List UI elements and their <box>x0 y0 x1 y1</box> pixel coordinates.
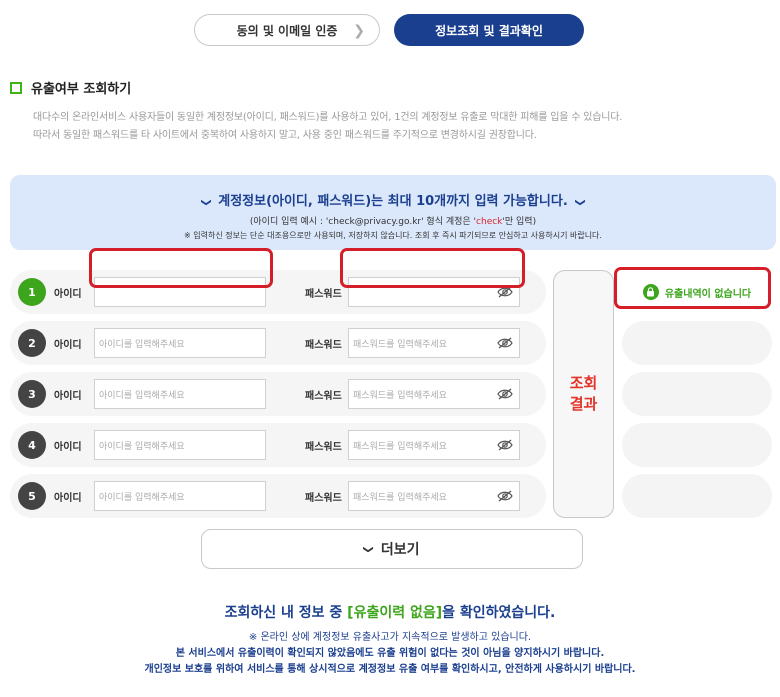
search-result-button[interactable]: 조회 결과 <box>553 270 614 518</box>
section-description: 대다수의 온라인서비스 사용자들이 동일한 계정정보(아이디, 패스워드)를 사… <box>33 109 622 145</box>
password-label: 패스워드 <box>305 493 342 504</box>
password-label: 패스워드 <box>305 391 342 402</box>
summary-suffix: 을 확인하였습니다. <box>442 605 556 621</box>
footer-line-2: 본 서비스에서 유출이력이 확인되지 않았음에도 유출 위험이 없다는 것이 아… <box>175 648 605 659</box>
input-notice: ❯ 계정정보(아이디, 패스워드)는 최대 10개까지 입력 가능합니다. ❯ (아… <box>10 175 776 250</box>
result-summary: 조회하신 내 정보 중 [유출이력 없음]을 확인하였습니다. <box>0 602 780 622</box>
eye-slash-icon[interactable] <box>497 337 513 349</box>
password-placeholder: 패스워드를 입력해주세요 <box>353 492 447 503</box>
account-row: 3 아이디 아이디를 입력해주세요 패스워드 패스워드를 입력해주세요 <box>10 372 546 416</box>
step2-label: 정보조회 및 결과확인 <box>435 23 543 38</box>
notice-example-suffix: '만 입력) <box>502 217 537 227</box>
step-tab-result[interactable]: 정보조회 및 결과확인 <box>394 14 584 46</box>
id-input[interactable]: 아이디를 입력해주세요 <box>94 379 266 409</box>
account-row: 5 아이디 아이디를 입력해주세요 패스워드 패스워드를 입력해주세요 <box>10 474 546 518</box>
search-button-line2: 결과 <box>569 395 598 413</box>
eye-slash-icon[interactable] <box>497 388 513 400</box>
id-input[interactable]: 아이디를 입력해주세요 <box>94 430 266 460</box>
summary-highlight: [유출이력 없음] <box>347 605 443 621</box>
password-input[interactable]: 패스워드를 입력해주세요 <box>348 379 520 409</box>
desc-line-2: 따라서 동일한 패스워드를 타 사이트에서 중복하여 사용하지 말고, 사용 중… <box>33 130 537 141</box>
password-placeholder: 패스워드를 입력해주세요 <box>353 390 447 401</box>
step-tab-consent[interactable]: 동의 및 이메일 인증 ❯ <box>194 14 380 46</box>
id-label: 아이디 <box>54 289 82 300</box>
password-input[interactable]: 패스워드를 입력해주세요 <box>348 430 520 460</box>
search-button-line1: 조회 <box>569 374 598 392</box>
highlight-password-field <box>340 248 525 288</box>
result-cell <box>622 321 772 365</box>
row-number-badge: 4 <box>18 431 46 459</box>
eye-slash-icon[interactable] <box>497 490 513 502</box>
footer-line-3: 개인정보 보호를 위하여 서비스를 통해 상시적으로 계정정보 유출 여부를 확… <box>144 664 636 675</box>
chevron-down-icon: ❯ <box>200 198 212 207</box>
row-number-badge: 1 <box>18 278 46 306</box>
id-label: 아이디 <box>54 391 82 402</box>
chevron-down-icon: ❯ <box>574 198 586 207</box>
chevron-right-icon: ❯ <box>353 23 365 39</box>
notice-title: 계정정보(아이디, 패스워드)는 최대 10개까지 입력 가능합니다. <box>218 194 568 209</box>
id-label: 아이디 <box>54 442 82 453</box>
footer-line-1: ※ 온라인 상에 계정정보 유출사고가 지속적으로 발생하고 있습니다. <box>248 632 532 643</box>
notice-title-row[interactable]: ❯ 계정정보(아이디, 패스워드)는 최대 10개까지 입력 가능합니다. ❯ <box>10 190 776 209</box>
password-placeholder: 패스워드를 입력해주세요 <box>353 339 447 350</box>
section-title: 유출여부 조회하기 <box>31 82 132 97</box>
password-placeholder: 패스워드를 입력해주세요 <box>353 441 447 452</box>
password-label: 패스워드 <box>305 340 342 351</box>
notice-example-highlight: check <box>476 217 503 227</box>
notice-example: (아이디 입력 예시 : 'check@privacy.go.kr' 형식 계정… <box>10 214 776 227</box>
highlight-id-field <box>89 248 273 288</box>
password-label: 패스워드 <box>305 289 342 300</box>
notice-privacy-note: ※ 입력하신 정보는 단순 대조용으로만 사용되며, 저장하지 않습니다. 조회… <box>184 231 602 240</box>
footer-notice: ※ 온라인 상에 계정정보 유출사고가 지속적으로 발생하고 있습니다. 본 서… <box>0 630 780 678</box>
more-button[interactable]: ❯ 더보기 <box>201 529 583 569</box>
id-input[interactable]: 아이디를 입력해주세요 <box>94 481 266 511</box>
result-cell <box>622 423 772 467</box>
account-row: 4 아이디 아이디를 입력해주세요 패스워드 패스워드를 입력해주세요 <box>10 423 546 467</box>
id-input[interactable]: 아이디를 입력해주세요 <box>94 328 266 358</box>
account-row: 2 아이디 아이디를 입력해주세요 패스워드 패스워드를 입력해주세요 <box>10 321 546 365</box>
summary-prefix: 조회하신 내 정보 중 <box>224 605 348 621</box>
result-cell <box>622 474 772 518</box>
password-input[interactable]: 패스워드를 입력해주세요 <box>348 328 520 358</box>
step-tabs: 동의 및 이메일 인증 ❯ 정보조회 및 결과확인 <box>194 14 584 46</box>
password-input[interactable]: 패스워드를 입력해주세요 <box>348 481 520 511</box>
id-label: 아이디 <box>54 493 82 504</box>
row-number-badge: 2 <box>18 329 46 357</box>
more-label: 더보기 <box>380 542 420 558</box>
desc-line-1: 대다수의 온라인서비스 사용자들이 동일한 계정정보(아이디, 패스워드)를 사… <box>33 112 623 123</box>
id-label: 아이디 <box>54 340 82 351</box>
result-cell <box>622 372 772 416</box>
password-label: 패스워드 <box>305 442 342 453</box>
row-number-badge: 5 <box>18 482 46 510</box>
chevron-down-icon: ❯ <box>363 544 375 554</box>
square-bullet-icon <box>10 81 22 94</box>
eye-slash-icon[interactable] <box>497 439 513 451</box>
highlight-result <box>614 267 771 309</box>
row-number-badge: 3 <box>18 380 46 408</box>
step1-label: 동의 및 이메일 인증 <box>236 23 338 38</box>
notice-example-prefix: (아이디 입력 예시 : 'check@privacy.go.kr' 형식 계정… <box>249 217 477 227</box>
section-heading: 유출여부 조회하기 <box>10 78 131 97</box>
